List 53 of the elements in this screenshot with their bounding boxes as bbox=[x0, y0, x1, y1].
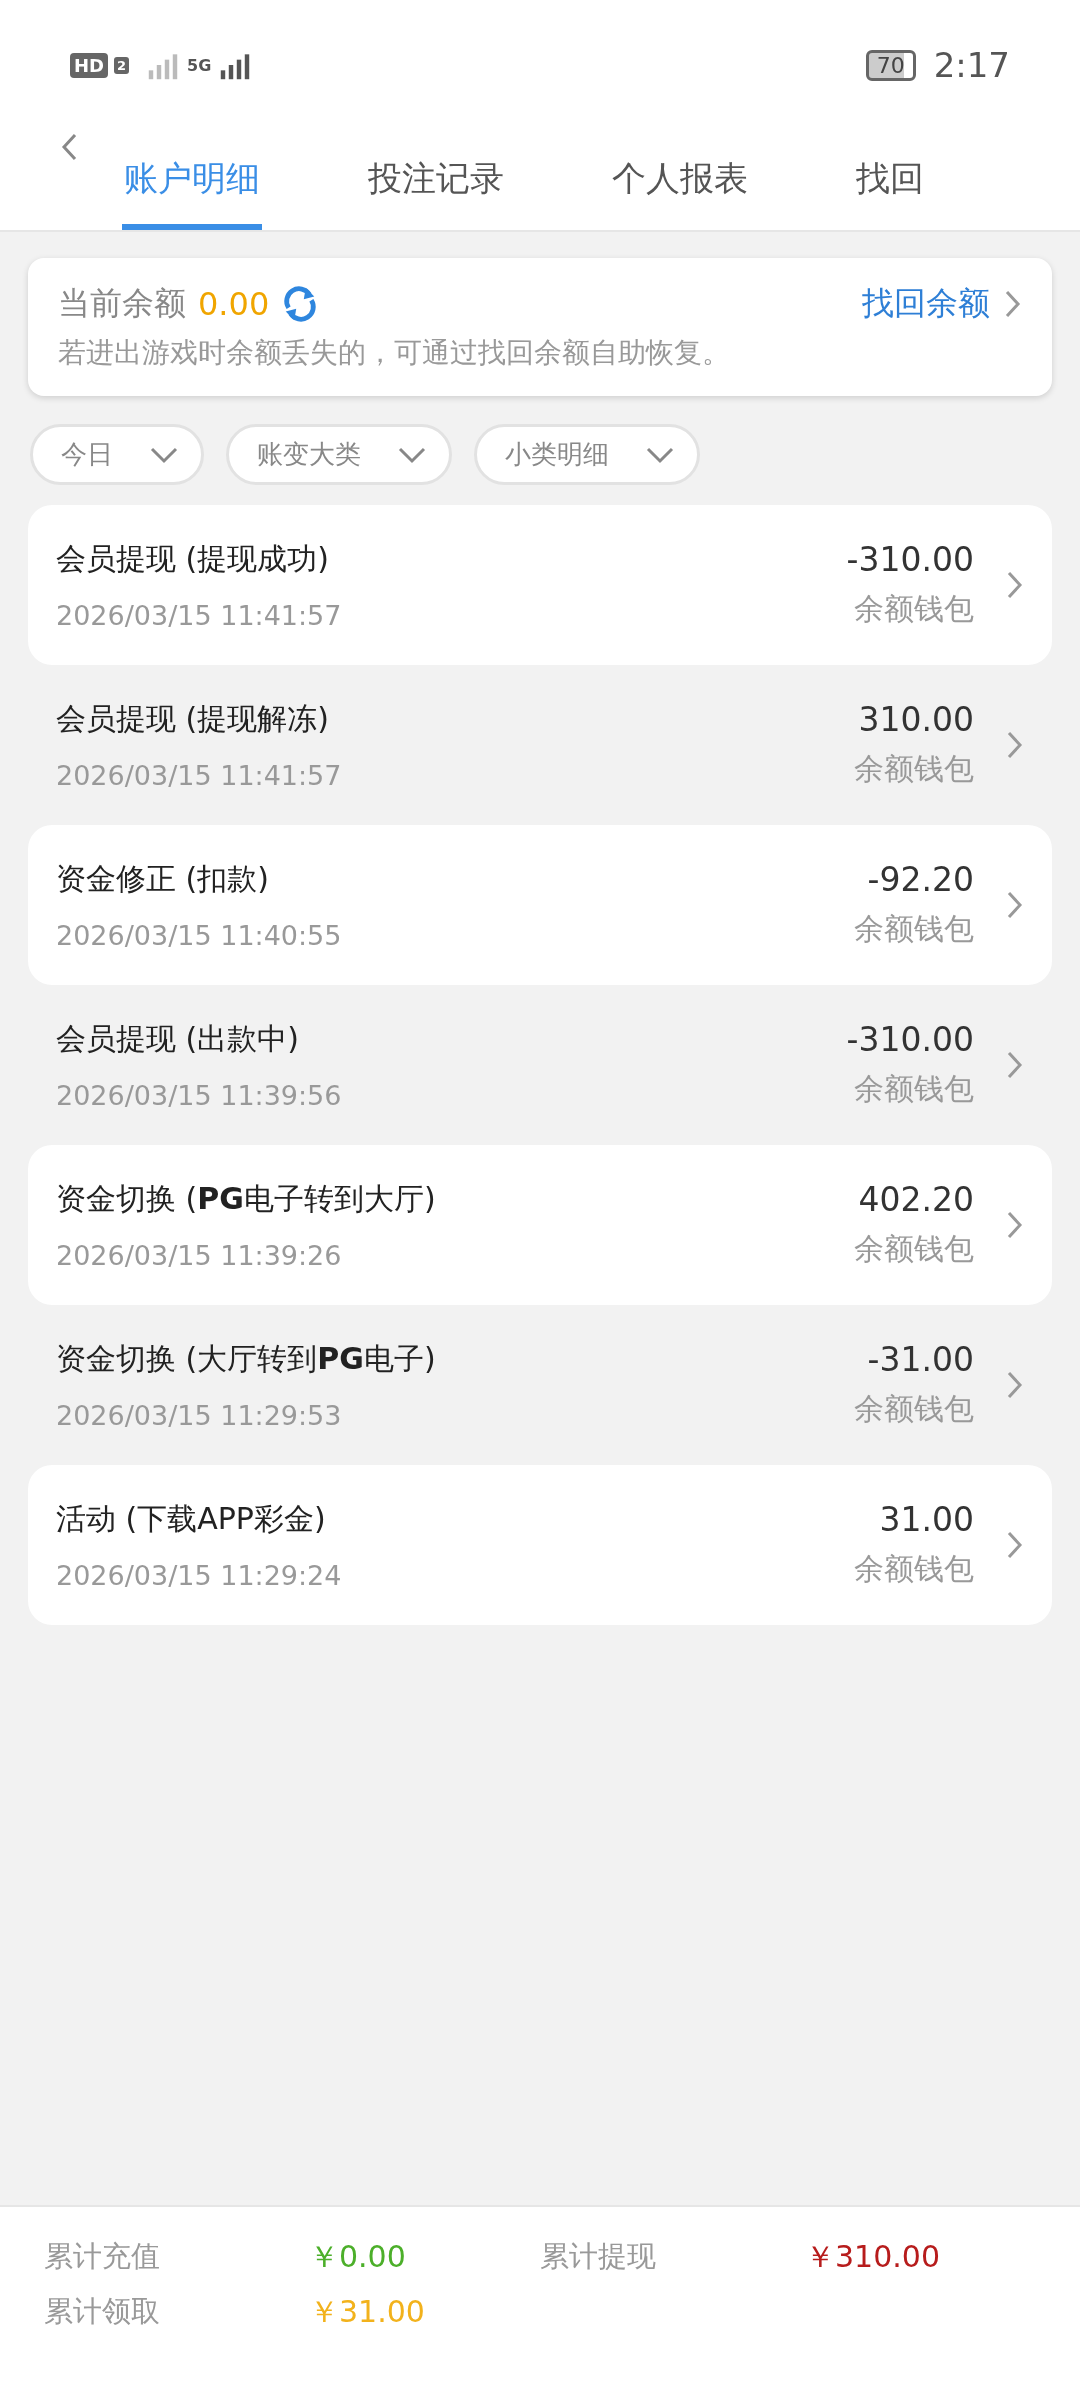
tab[interactable]: 投注记录 bbox=[366, 156, 506, 230]
record-title: 活动 (下载APP彩金) bbox=[56, 1500, 327, 1538]
record-time: 2026/03/15 11:39:56 bbox=[56, 1080, 343, 1111]
record-title: 会员提现 (提现成功) bbox=[56, 540, 330, 578]
record-title: 资金切换 (PG电子转到大厅) bbox=[56, 1180, 437, 1218]
wallet-label: 余额钱包 bbox=[854, 590, 974, 628]
tab[interactable]: 个人报表 bbox=[610, 156, 750, 230]
record-row[interactable]: 资金修正 (扣款) 2026/03/15 11:40:55 -92.20 余额钱包 bbox=[28, 825, 1052, 985]
filter-dropdown[interactable]: 小类明细 bbox=[474, 424, 700, 485]
balance-amount: 0.00 bbox=[198, 285, 270, 323]
record-time: 2026/03/15 11:29:24 bbox=[56, 1560, 343, 1591]
wallet-label: 余额钱包 bbox=[854, 1390, 974, 1428]
record-amount: -31.00 bbox=[867, 1340, 974, 1379]
balance-label: 当前余额 bbox=[58, 283, 186, 324]
record-amount: 31.00 bbox=[879, 1500, 974, 1539]
total-label: 累计领取 bbox=[44, 2293, 161, 2330]
record-amount: -310.00 bbox=[846, 540, 974, 579]
record-title: 会员提现 (出款中) bbox=[56, 1020, 300, 1058]
wallet-label: 余额钱包 bbox=[854, 1230, 974, 1268]
filter-dropdown[interactable]: 今日 bbox=[30, 424, 204, 485]
record-title: 资金切换 (大厅转到PG电子) bbox=[56, 1340, 437, 1378]
sim-number: 2 bbox=[114, 56, 130, 74]
hint-text: 若进出游戏时余额丢失的，可通过找回余额自助恢复。 bbox=[58, 335, 731, 371]
record-row[interactable]: 活动 (下载APP彩金) 2026/03/15 11:29:24 31.00 余额钱包 bbox=[28, 1465, 1052, 1625]
record-amount: -310.00 bbox=[846, 1020, 974, 1059]
record-row[interactable]: 资金切换 (PG电子转到大厅) 2026/03/15 11:39:26 402.20 余额钱包 bbox=[28, 1145, 1052, 1305]
record-title: 资金修正 (扣款) bbox=[56, 860, 270, 898]
record-row[interactable]: 会员提现 (提现成功) 2026/03/15 11:41:57 -310.00 余额钱包 bbox=[28, 505, 1052, 665]
total-label: 累计提现 bbox=[540, 2238, 657, 2275]
hd-badge: HD bbox=[70, 52, 108, 78]
record-time: 2026/03/15 11:40:55 bbox=[56, 920, 343, 951]
record-time: 2026/03/15 11:29:53 bbox=[56, 1400, 343, 1431]
recover-balance-link[interactable]: 找回余额 bbox=[862, 282, 990, 326]
network-label: 5G bbox=[187, 55, 212, 75]
tab[interactable]: 找回 bbox=[854, 156, 926, 230]
wallet-label: 余额钱包 bbox=[854, 1550, 974, 1588]
wallet-label: 余额钱包 bbox=[854, 910, 974, 948]
wallet-label: 余额钱包 bbox=[854, 1070, 974, 1108]
battery-icon: 70 bbox=[865, 49, 916, 81]
wallet-label: 余额钱包 bbox=[854, 750, 974, 788]
total-value: ￥0.00 bbox=[309, 2238, 406, 2276]
record-amount: 310.00 bbox=[858, 700, 974, 739]
record-time: 2026/03/15 11:41:57 bbox=[56, 600, 343, 631]
filter-dropdown[interactable]: 账变大类 bbox=[226, 424, 452, 485]
record-amount: 402.20 bbox=[858, 1180, 974, 1219]
clock: 2:17 bbox=[933, 45, 1010, 85]
record-title: 会员提现 (提现解冻) bbox=[56, 700, 330, 738]
record-time: 2026/03/15 11:39:26 bbox=[56, 1240, 343, 1271]
total-label: 累计充值 bbox=[44, 2238, 161, 2275]
record-time: 2026/03/15 11:41:57 bbox=[56, 760, 343, 791]
total-value: ￥31.00 bbox=[309, 2293, 425, 2331]
record-amount: -92.20 bbox=[867, 860, 974, 899]
total-value: ￥310.00 bbox=[805, 2238, 940, 2276]
